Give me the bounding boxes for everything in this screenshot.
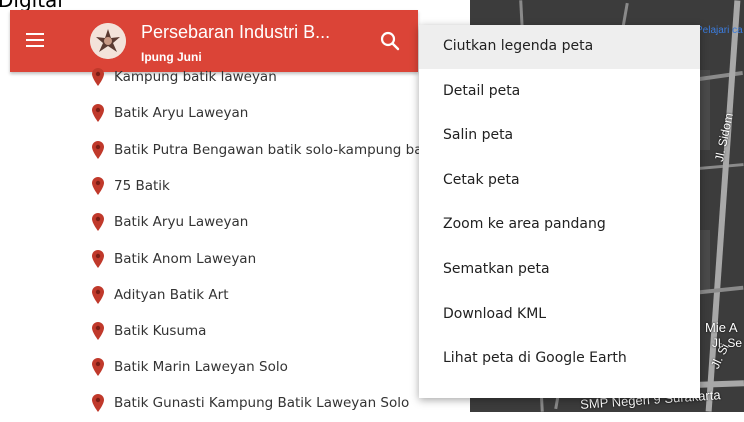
list-item[interactable]: Kampung batik laweyan (92, 60, 422, 96)
map-pin-icon (92, 177, 104, 195)
list-item[interactable]: Batik Anom Laweyan (92, 242, 422, 278)
place-name: Batik Gunasti Kampung Batik Laweyan Solo (114, 395, 410, 411)
map-pin-icon (92, 213, 104, 231)
avatar[interactable] (90, 23, 126, 59)
place-name: Batik Anom Laweyan (114, 251, 257, 267)
list-item[interactable]: 75 Batik (92, 169, 422, 205)
menu-item-print-map[interactable]: Cetak peta (419, 159, 700, 203)
map-pin-icon (92, 141, 104, 159)
map-pin-icon (92, 250, 104, 268)
map-street-label: Jl. Se (712, 336, 743, 350)
hamburger-icon[interactable] (26, 33, 44, 47)
menu-item-zoom-to-viewport[interactable]: Zoom ke area pandang (419, 203, 700, 247)
map-help-link[interactable]: Pelajari ca (696, 25, 743, 36)
search-icon[interactable] (380, 31, 400, 51)
menu-item-collapse-legend[interactable]: Ciutkan legenda peta (419, 25, 700, 69)
menu-item-map-details[interactable]: Detail peta (419, 70, 700, 114)
place-name: Batik Aryu Laweyan (114, 105, 249, 121)
map-options-menu: Ciutkan legenda peta Detail peta Salin p… (419, 25, 700, 398)
map-pin-icon (92, 322, 104, 340)
list-item[interactable]: Batik Aryu Laweyan (92, 96, 422, 132)
list-item[interactable]: Batik Kusuma (92, 314, 422, 350)
place-name: Batik Aryu Laweyan (114, 214, 249, 230)
list-item[interactable]: Batik Aryu Laweyan (92, 205, 422, 241)
list-item[interactable]: Batik Gunasti Kampung Batik Laweyan Solo (92, 386, 422, 422)
map-pin-icon (92, 358, 104, 376)
map-pin-icon (92, 104, 104, 122)
place-name: 75 Batik (114, 178, 170, 194)
map-pin-icon (92, 286, 104, 304)
list-item[interactable]: Adityan Batik Art (92, 278, 422, 314)
map-title[interactable]: Persebaran Industri B... (141, 22, 330, 43)
map-place-label: Mie A (705, 320, 738, 335)
place-name: Kampung batik laweyan (114, 69, 277, 85)
place-name: Batik Marin Laweyan Solo (114, 359, 288, 375)
menu-item-embed-map[interactable]: Sematkan peta (419, 248, 700, 292)
menu-item-download-kml[interactable]: Download KML (419, 293, 700, 337)
menu-item-copy-map[interactable]: Salin peta (419, 114, 700, 158)
map-pin-icon (92, 68, 104, 86)
place-name: Adityan Batik Art (114, 287, 229, 303)
top-strip: Digital (0, 0, 470, 12)
map-pin-icon (92, 394, 104, 412)
menu-item-view-google-earth[interactable]: Lihat peta di Google Earth (419, 337, 700, 381)
place-name: Batik Putra Bengawan batik solo-kampung … (114, 142, 422, 158)
place-name: Batik Kusuma (114, 323, 207, 339)
list-item[interactable]: Batik Putra Bengawan batik solo-kampung … (92, 133, 422, 169)
list-item[interactable]: Batik Marin Laweyan Solo (92, 350, 422, 386)
